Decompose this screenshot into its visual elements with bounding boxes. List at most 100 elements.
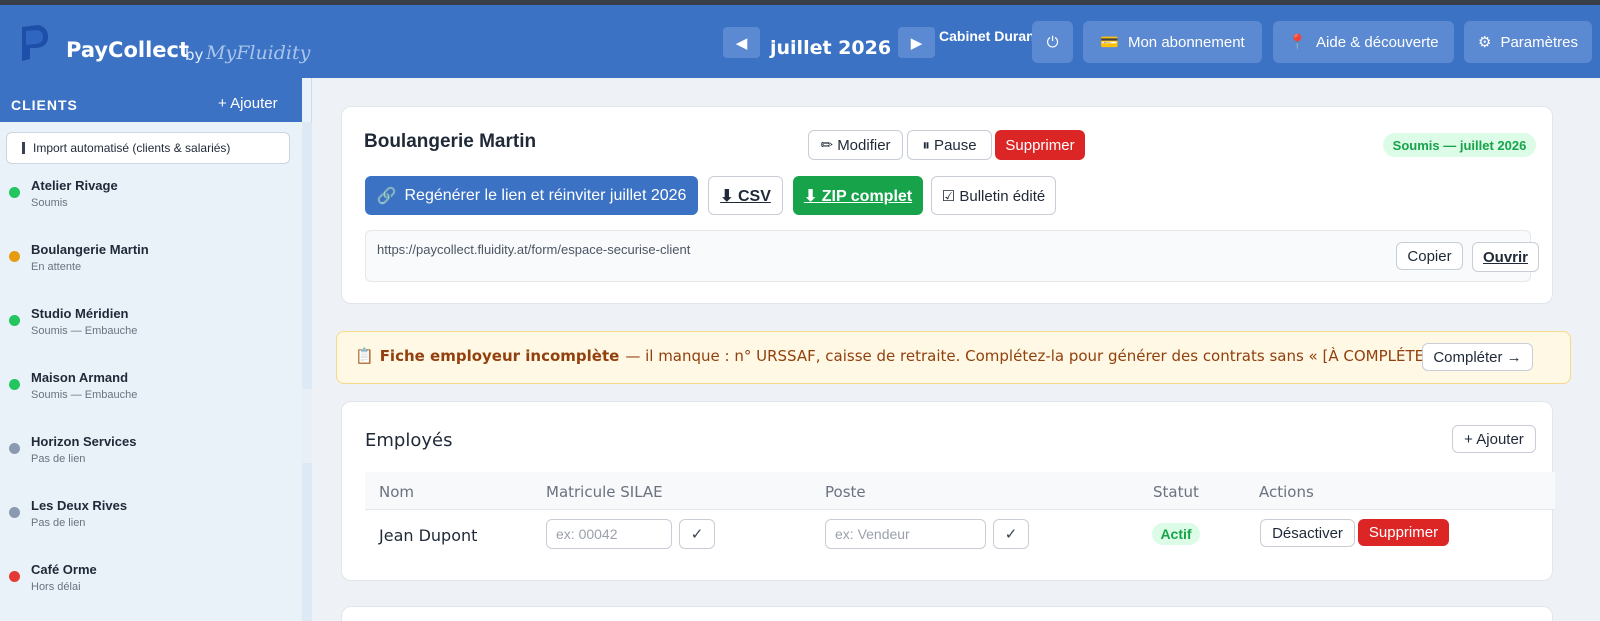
- poste-input[interactable]: [825, 519, 986, 549]
- client-name: Studio Méridien: [31, 306, 129, 321]
- employees-title: Employés: [365, 430, 453, 451]
- client-item[interactable]: Café Orme Hors délai: [0, 558, 302, 614]
- brand-sub: MyFluidity: [206, 42, 311, 64]
- client-card: Boulangerie Martin ✏ Modifier ⏸ Pause Su…: [341, 106, 1553, 304]
- client-item[interactable]: Atelier Rivage Soumis: [0, 174, 302, 230]
- form-url: https://paycollect.fluidity.at/form/espa…: [377, 242, 691, 257]
- client-item[interactable]: Les Deux Rives Pas de lien: [0, 494, 302, 550]
- warning-text: 📋 Fiche employeur incomplète — il manque…: [355, 347, 1459, 365]
- status-dot: [9, 571, 20, 582]
- client-name: Les Deux Rives: [31, 498, 128, 513]
- deactivate-employee-button[interactable]: Désactiver: [1260, 519, 1355, 547]
- column-header: Actions: [1259, 483, 1314, 501]
- client-name: Boulangerie Martin: [31, 242, 149, 257]
- client-status: Pas de lien: [31, 517, 86, 529]
- employees-card: Employés + Ajouter Nom Matricule SILAE P…: [341, 401, 1555, 581]
- sidebar-scrollbar[interactable]: [302, 122, 312, 621]
- form-url-box: https://paycollect.fluidity.at/form/espa…: [365, 230, 1539, 282]
- chevron-left-icon: ◀: [735, 34, 748, 52]
- confirm-matricule-button[interactable]: ✓: [679, 519, 715, 549]
- client-status: Pas de lien: [31, 453, 86, 465]
- complete-button[interactable]: Compléter →: [1422, 343, 1533, 371]
- client-name: Café Orme: [31, 562, 97, 577]
- client-name: Horizon Services: [31, 434, 137, 449]
- pin-icon: 📍: [1288, 34, 1308, 51]
- current-month: juillet 2026: [770, 37, 892, 59]
- column-header: Matricule SILAE: [546, 483, 663, 501]
- copy-url-button[interactable]: Copier: [1396, 242, 1463, 270]
- pause-button[interactable]: ⏸ Pause: [907, 130, 992, 160]
- power-icon: ⏻: [1046, 33, 1059, 51]
- employer-warning-banner: 📋 Fiche employeur incomplète — il manque…: [336, 331, 1571, 384]
- client-item[interactable]: Maison Armand Soumis — Embauche: [0, 366, 302, 422]
- sidebar-scrollbar-thumb[interactable]: [302, 389, 312, 463]
- client-status: En attente: [31, 261, 82, 273]
- logout-button[interactable]: ⏻: [1032, 21, 1073, 63]
- employees-table-header: Nom Matricule SILAE Poste Statut Actions: [365, 472, 1555, 510]
- gear-icon: ⚙: [1478, 34, 1492, 51]
- client-name: Maison Armand: [31, 370, 129, 385]
- employee-status-badge: Actif: [1152, 523, 1200, 545]
- client-status: Hors délai: [31, 581, 81, 593]
- clipboard-icon: 📋: [355, 347, 374, 365]
- client-name: Atelier Rivage: [31, 178, 118, 193]
- next-month-button[interactable]: ▶: [898, 27, 935, 58]
- employee-name: Jean Dupont: [379, 526, 478, 545]
- column-header: Poste: [825, 483, 866, 501]
- status-dot: [9, 187, 20, 198]
- cabinet-name: Cabinet Durand: [939, 28, 1044, 44]
- bulletin-edited-button[interactable]: ☑ Bulletin édité: [931, 176, 1056, 215]
- app-header: PayCollect by MyFluidity ◀ juillet 2026 …: [0, 5, 1600, 78]
- client-item[interactable]: Boulangerie Martin En attente: [0, 238, 302, 294]
- subscription-label: Mon abonnement: [1127, 33, 1245, 51]
- auto-import-button[interactable]: Import automatisé (clients & salariés): [6, 132, 290, 164]
- check-icon: ✓: [1004, 526, 1018, 543]
- paycollect-logo: [22, 25, 48, 61]
- settings-label: Paramètres: [1500, 33, 1578, 51]
- status-badge: Soumis — juillet 2026: [1383, 133, 1536, 157]
- client-item[interactable]: Studio Méridien Soumis — Embauche: [0, 302, 302, 358]
- subscription-button[interactable]: 💳 Mon abonnement: [1083, 21, 1262, 63]
- confirm-poste-button[interactable]: ✓: [993, 519, 1029, 549]
- help-label: Aide & découverte: [1316, 33, 1439, 51]
- main-content: Boulangerie Martin ✏ Modifier ⏸ Pause Su…: [312, 78, 1600, 621]
- clients-sidebar: CLIENTS + Ajouter Import automatisé (cli…: [0, 78, 312, 621]
- chevron-right-icon: ▶: [910, 34, 923, 52]
- sidebar-title: CLIENTS: [11, 97, 78, 113]
- status-dot: [9, 315, 20, 326]
- modify-button[interactable]: ✏ Modifier: [808, 130, 903, 160]
- column-header: Statut: [1153, 483, 1199, 501]
- regenerate-link-button[interactable]: 🔗 Regénérer le lien et réinviter juillet…: [365, 176, 698, 215]
- client-title: Boulangerie Martin: [364, 131, 537, 152]
- delete-client-button[interactable]: Supprimer: [995, 130, 1085, 160]
- column-header: Nom: [379, 483, 415, 501]
- delete-employee-button[interactable]: Supprimer: [1358, 519, 1449, 546]
- status-dot: [9, 443, 20, 454]
- prev-month-button[interactable]: ◀: [723, 27, 760, 58]
- matricule-input[interactable]: [546, 519, 672, 549]
- client-item[interactable]: Horizon Services Pas de lien: [0, 430, 302, 486]
- client-status: Soumis: [31, 197, 68, 209]
- status-dot: [9, 379, 20, 390]
- sidebar-header: CLIENTS + Ajouter: [0, 78, 302, 122]
- add-client-button[interactable]: + Ajouter: [218, 95, 278, 112]
- regenerate-label: Regénérer le lien et réinviter juillet 2…: [404, 186, 687, 204]
- help-button[interactable]: 📍 Aide & découverte: [1273, 21, 1454, 63]
- warning-message: — il manque : n° URSSAF, caisse de retra…: [625, 347, 1460, 365]
- open-url-button[interactable]: Ouvrir: [1472, 242, 1539, 272]
- add-employee-button[interactable]: + Ajouter: [1452, 425, 1536, 453]
- download-zip-button[interactable]: ⬇ ZIP complet: [793, 176, 923, 215]
- warning-title: Fiche employeur incomplète: [379, 347, 620, 365]
- status-dot: [9, 507, 20, 518]
- settings-button[interactable]: ⚙ Paramètres: [1464, 21, 1592, 63]
- client-status: Soumis — Embauche: [31, 389, 138, 401]
- client-status: Soumis — Embauche: [31, 325, 138, 337]
- download-csv-button[interactable]: ⬇ CSV: [708, 176, 783, 215]
- link-icon: 🔗: [376, 187, 397, 205]
- credit-card-icon: 💳: [1100, 34, 1119, 51]
- check-icon: ✓: [690, 526, 704, 543]
- import-label: Import automatisé (clients & salariés): [33, 141, 231, 155]
- import-icon: [22, 142, 25, 154]
- brand-name: PayCollect: [66, 38, 190, 62]
- next-card: [341, 606, 1553, 621]
